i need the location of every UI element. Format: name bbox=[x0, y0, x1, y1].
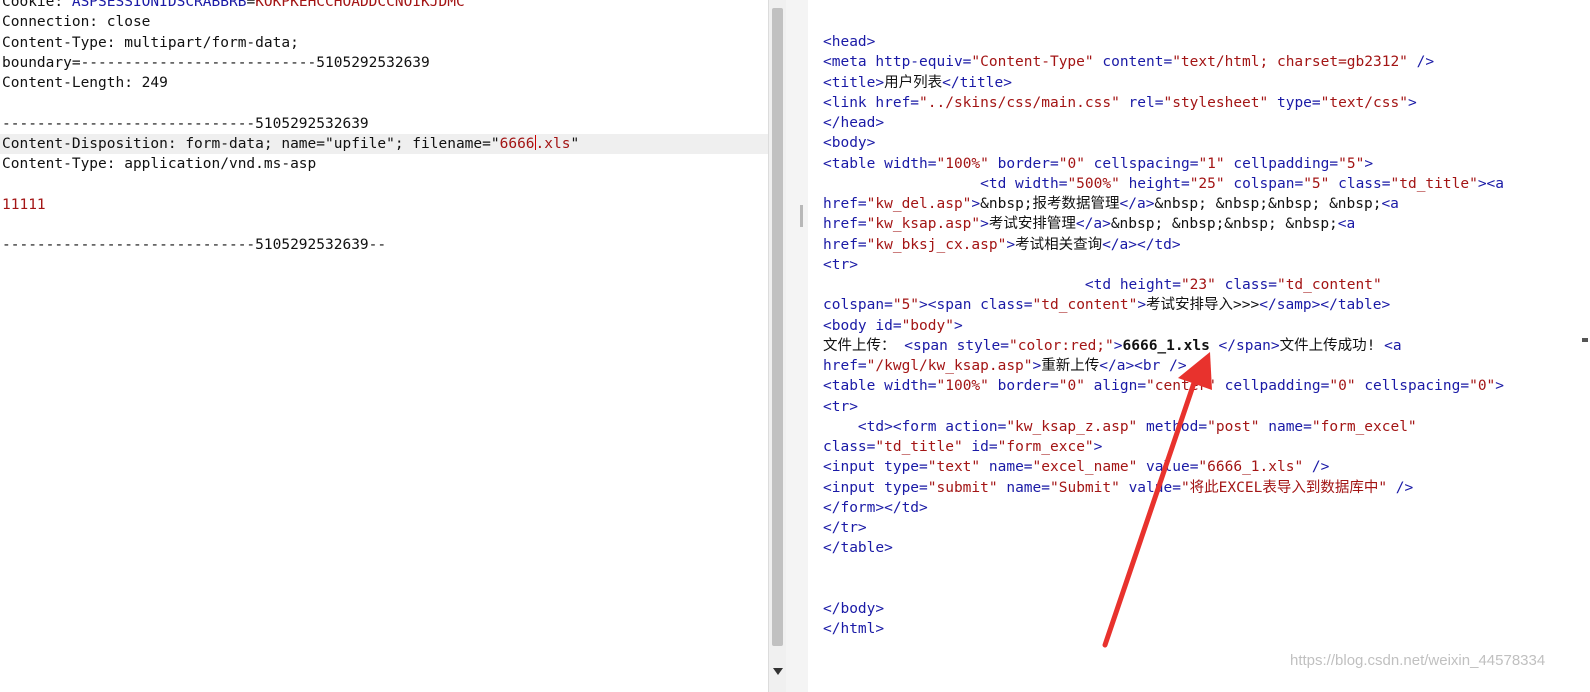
red-arrow-icon bbox=[1102, 352, 1212, 648]
